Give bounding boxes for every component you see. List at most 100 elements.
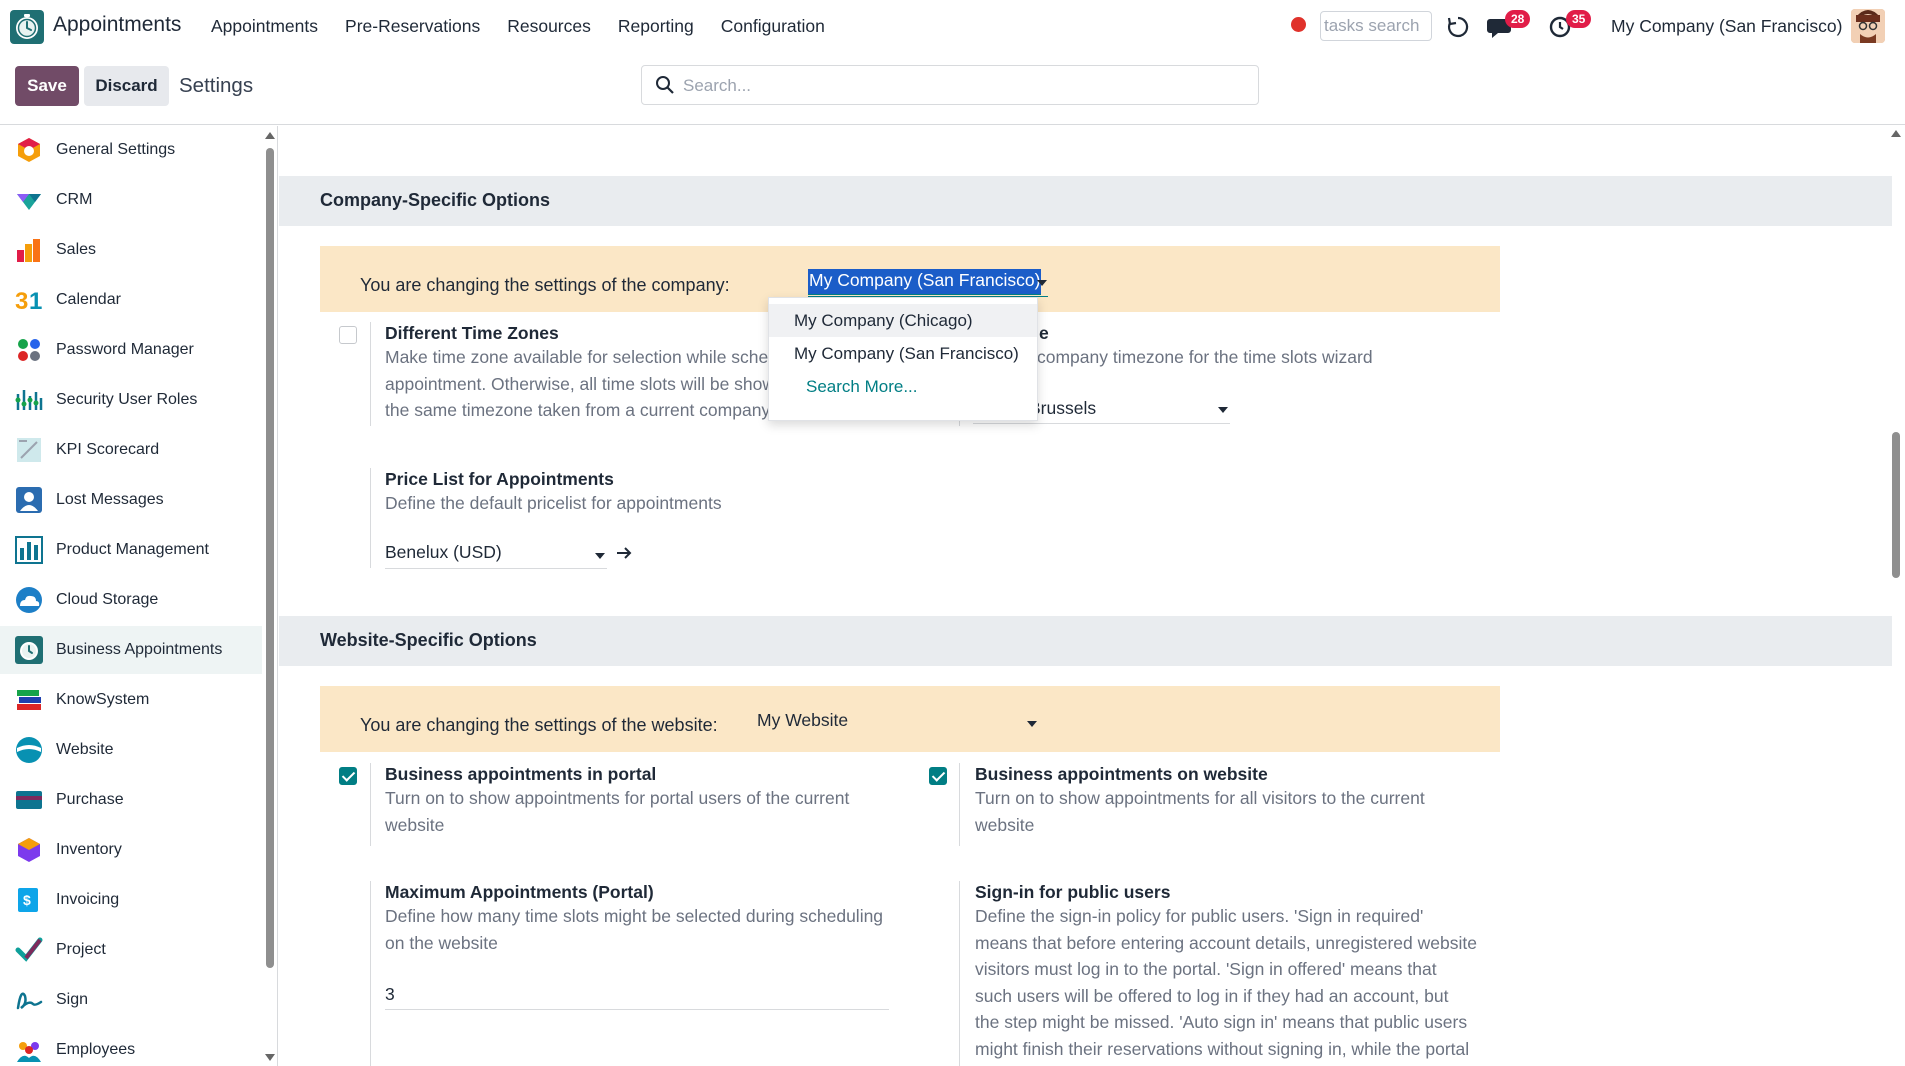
app-name[interactable]: Appointments	[53, 13, 181, 37]
sidebar-scroll-up-icon[interactable]	[265, 132, 275, 139]
setting-desc-line: might finish their reservations without …	[975, 1038, 1470, 1059]
sidebar-item-sign[interactable]: Sign	[0, 976, 262, 1024]
setting-desc-line: such users will be offered to log in if …	[975, 985, 1449, 1006]
divider	[370, 468, 371, 568]
purchase-icon	[16, 791, 42, 809]
pricelist-select[interactable]: Benelux (USD)	[385, 541, 607, 569]
search-placeholder: Search...	[683, 76, 752, 95]
menu-pre-reservations[interactable]: Pre-Reservations	[345, 16, 480, 37]
sidebar-scroll-down-icon[interactable]	[265, 1054, 275, 1061]
setting-title: e	[1039, 323, 1049, 343]
page-title: Settings	[179, 74, 254, 97]
sign-icon	[16, 992, 43, 1010]
sidebar-item-knowsystem[interactable]: KnowSystem	[0, 676, 262, 724]
main-scroll-thumb[interactable]	[1892, 432, 1900, 578]
sidebar-item-sales[interactable]: Sales	[0, 226, 262, 274]
sidebar-item-label: Lost Messages	[56, 491, 164, 508]
company-section-header: Company-Specific Options	[279, 176, 1892, 226]
dropdown-option-chicago[interactable]: My Company (Chicago)	[769, 304, 1037, 337]
dropdown-search-more[interactable]: Search More...	[769, 370, 1037, 403]
sidebar-item-label: KPI Scorecard	[56, 441, 160, 458]
sidebar-item-label: Purchase	[56, 791, 124, 808]
divider	[959, 881, 960, 1066]
record-indicator-icon[interactable]	[1291, 17, 1306, 32]
sidebar-item-label: Project	[56, 941, 106, 958]
setting-desc-line: visitors must log in to the portal. 'Sig…	[975, 959, 1437, 979]
sidebar-item-label: Calendar	[56, 291, 121, 308]
employees-icon	[17, 1042, 41, 1062]
sidebar-item-cloud-storage[interactable]: Cloud Storage	[0, 576, 262, 624]
sidebar-item-password-manager[interactable]: Password Manager	[0, 326, 262, 374]
sidebar-item-label: Business Appointments	[56, 641, 223, 658]
divider	[370, 881, 371, 1066]
sidebar-item-calendar[interactable]: 31 Calendar	[0, 276, 262, 324]
dropdown-option-san-francisco[interactable]: My Company (San Francisco)	[769, 337, 1037, 370]
sidebar-item-security-user-roles[interactable]: Security User Roles	[0, 376, 262, 424]
chevron-down-icon[interactable]	[1027, 721, 1037, 727]
tasks-search-input[interactable]: tasks search	[1320, 11, 1432, 41]
settings-search-input[interactable]: Search...	[641, 65, 1259, 105]
portal-appointments-setting: Business appointments in portal Turn on …	[385, 764, 905, 838]
sign-in-policy-setting: Sign-in for public users Define the sign…	[975, 882, 1495, 1062]
setting-desc-line: the step might be missed. 'Auto sign in'…	[975, 1012, 1468, 1032]
sidebar-item-inventory[interactable]: Inventory	[0, 826, 262, 874]
sidebar-item-business-appointments[interactable]: Business Appointments	[0, 626, 262, 674]
chevron-down-icon[interactable]	[1037, 280, 1047, 286]
lost-messages-icon	[16, 487, 42, 513]
sidebar-item-label: Password Manager	[56, 341, 194, 358]
menu-reporting[interactable]: Reporting	[618, 16, 694, 37]
settings-sidebar: General Settings CRM Sales 31 Calendar P…	[0, 126, 278, 1066]
chevron-down-icon	[595, 553, 605, 559]
setting-desc-line: Turn on to show appointments for all vis…	[975, 788, 1425, 808]
divider	[959, 763, 960, 846]
sidebar-item-website[interactable]: Website	[0, 726, 262, 774]
sidebar-item-project[interactable]: Project	[0, 926, 262, 974]
company-select[interactable]: My Company (San Francisco)	[808, 269, 1042, 295]
timezone-setting: e company timezone for the time slots wi…	[1037, 323, 1519, 371]
website-select[interactable]: My Website	[757, 710, 848, 731]
setting-title: Price List for Appointments	[385, 469, 614, 489]
sidebar-item-general-settings[interactable]: General Settings	[0, 126, 262, 174]
setting-desc-line: on the website	[385, 932, 498, 953]
chevron-down-icon	[1218, 407, 1228, 413]
company-banner-label: You are changing the settings of the com…	[360, 275, 730, 295]
password-manager-icon	[18, 339, 40, 361]
sidebar-item-lost-messages[interactable]: Lost Messages	[0, 476, 262, 524]
setting-desc-line: Define the default pricelist for appoint…	[385, 493, 722, 513]
company-switcher[interactable]: My Company (San Francisco)	[1611, 16, 1842, 37]
inventory-icon	[18, 838, 40, 862]
user-avatar[interactable]	[1851, 9, 1885, 43]
setting-desc-line: Define how many time slots might be sele…	[385, 906, 884, 926]
sidebar-scroll-thumb[interactable]	[266, 148, 274, 968]
setting-title: Business appointments in portal	[385, 764, 657, 784]
pricelist-setting: Price List for Appointments Define the d…	[385, 469, 985, 517]
sidebar-item-kpi-scorecard[interactable]: KPI Scorecard	[0, 426, 262, 474]
sidebar-item-label: Website	[56, 741, 114, 758]
main-scroll-up-icon[interactable]	[1891, 130, 1901, 137]
discard-button[interactable]: Discard	[84, 66, 169, 106]
appointments-app-icon[interactable]	[10, 10, 44, 44]
internal-link-arrow-icon[interactable]	[615, 544, 633, 562]
refresh-icon[interactable]	[1446, 15, 1470, 39]
max-appointments-input[interactable]: 3	[385, 982, 889, 1010]
website-banner: You are changing the settings of the web…	[320, 686, 1500, 752]
sidebar-item-label: CRM	[56, 191, 93, 208]
menu-appointments[interactable]: Appointments	[211, 16, 318, 37]
sidebar-item-product-management[interactable]: Product Management	[0, 526, 262, 574]
sidebar-item-employees[interactable]: Employees	[0, 1026, 262, 1066]
timezone-value: Brussels	[1029, 398, 1097, 418]
save-button[interactable]: Save	[15, 66, 79, 106]
website-appointments-checkbox[interactable]	[929, 767, 947, 785]
different-time-zones-checkbox[interactable]	[339, 326, 357, 344]
sidebar-item-crm[interactable]: CRM	[0, 176, 262, 224]
sidebar-item-label: Invoicing	[56, 891, 120, 908]
sidebar-item-invoicing[interactable]: $ Invoicing	[0, 876, 262, 924]
setting-title: Sign-in for public users	[975, 882, 1171, 902]
cloud-storage-icon	[16, 587, 42, 613]
sidebar-item-label: Employees	[56, 1041, 136, 1058]
menu-configuration[interactable]: Configuration	[721, 16, 825, 37]
menu-resources[interactable]: Resources	[507, 16, 591, 37]
portal-appointments-checkbox[interactable]	[339, 767, 357, 785]
setting-desc-line: Define the sign-in policy for public use…	[975, 906, 1424, 926]
sidebar-item-purchase[interactable]: Purchase	[0, 776, 262, 824]
